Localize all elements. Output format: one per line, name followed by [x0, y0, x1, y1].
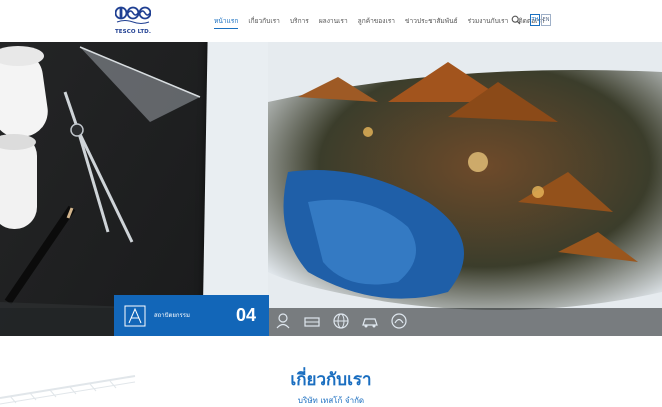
- company-logo[interactable]: TESCO LTD.: [113, 5, 153, 39]
- thumb-environment[interactable]: [388, 310, 410, 332]
- nav-item-about[interactable]: เกี่ยวกับเรา: [248, 16, 280, 26]
- category-number: 04: [236, 305, 257, 325]
- thumb-engineering[interactable]: [272, 310, 294, 332]
- thumb-vehicle[interactable]: [359, 310, 381, 332]
- engineer-icon: [276, 313, 290, 329]
- vehicle-icon: [362, 318, 378, 328]
- nav-item-careers[interactable]: ร่วมงานกับเรา: [468, 16, 509, 26]
- search-icon[interactable]: [511, 15, 521, 25]
- nav-item-news[interactable]: ข่าวประชาสัมพันธ์: [405, 16, 458, 26]
- environment-icon: [391, 313, 407, 329]
- nav-item-clients[interactable]: ลูกค้าของเรา: [358, 16, 395, 26]
- globe-icon: [333, 313, 349, 329]
- logo-text: TESCO LTD.: [114, 29, 152, 35]
- nav-item-services[interactable]: บริการ: [290, 16, 309, 26]
- lang-en-button[interactable]: EN: [541, 14, 551, 26]
- main-nav: หน้าแรก เกี่ยวกับเรา บริการ ผลงานเรา ลูก…: [214, 14, 555, 29]
- nav-item-home[interactable]: หน้าแรก: [214, 16, 239, 29]
- machine-icon: [304, 317, 320, 327]
- hero-banner: สถาปัตยกรรม 04: [0, 42, 662, 336]
- logo-icon: [115, 6, 151, 24]
- site-header: TESCO LTD. หน้าแรก เกี่ยวกับเรา บริการ ผ…: [0, 0, 662, 42]
- thumb-global[interactable]: [330, 310, 352, 332]
- category-panel[interactable]: สถาปัตยกรรม 04: [114, 295, 269, 336]
- resort-rendering-image: [268, 42, 662, 336]
- nav-item-portfolio[interactable]: ผลงานเรา: [319, 16, 348, 26]
- category-label: สถาปัตยกรรม: [154, 312, 190, 319]
- lang-th-button[interactable]: TH: [530, 14, 540, 26]
- category-thumbnails: [272, 310, 417, 332]
- crane-illustration: [0, 375, 136, 405]
- architecture-icon: [124, 305, 146, 327]
- thumb-construction[interactable]: [301, 310, 323, 332]
